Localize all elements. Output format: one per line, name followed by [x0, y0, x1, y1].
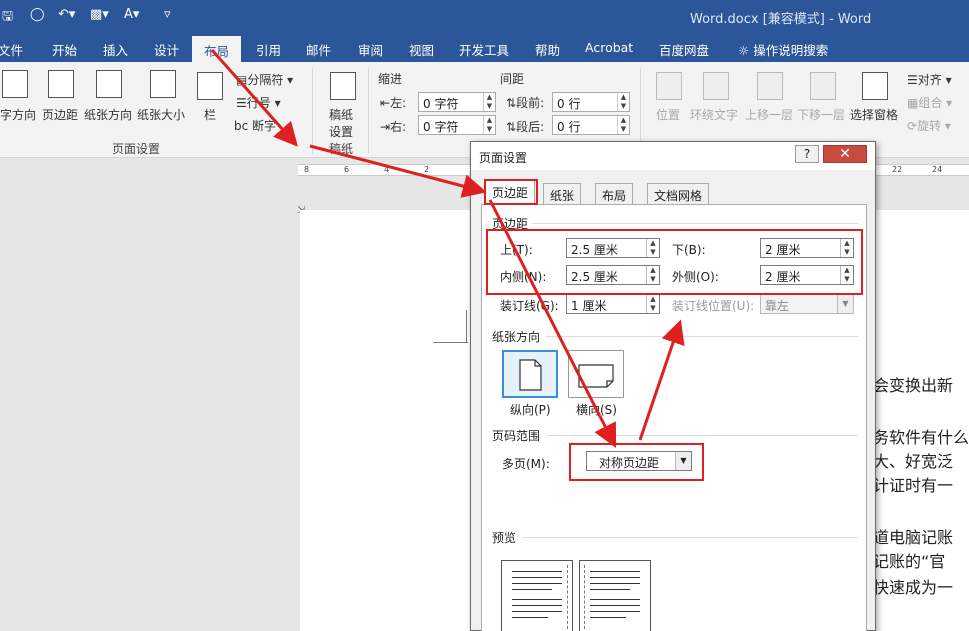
- arrow-to-launcher: [210, 49, 298, 147]
- arrow-to-multiple-pages: [488, 199, 617, 449]
- arrow-to-dialog: [309, 144, 487, 198]
- annotation-arrows: [210, 49, 685, 449]
- arrow-to-margin-fields: [638, 319, 685, 441]
